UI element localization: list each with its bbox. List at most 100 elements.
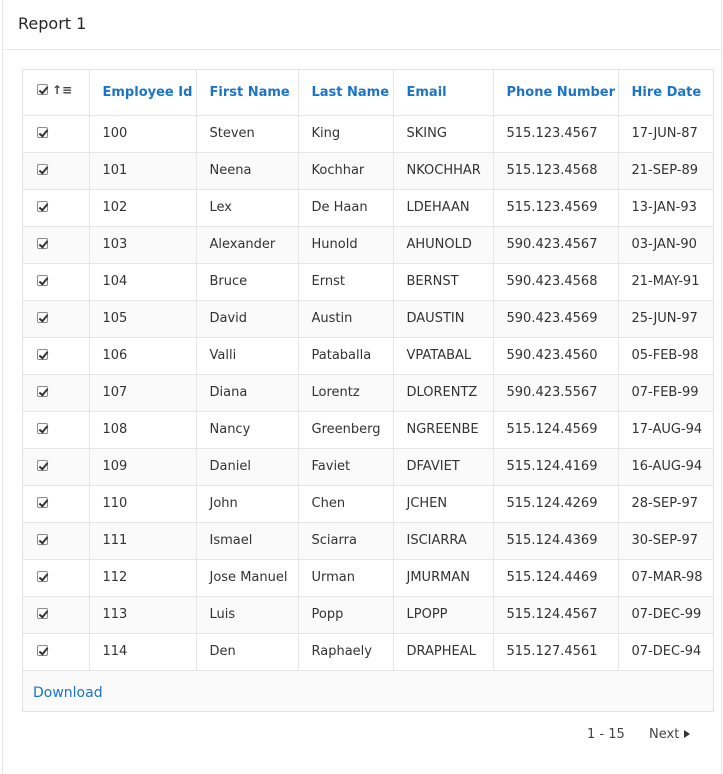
table-cell: 107 (89, 374, 197, 412)
header-row: ↑≡ Employee Id First Name Last Name Emai… (23, 70, 713, 116)
table-cell: Ismael (196, 522, 299, 560)
table-cell: De Haan (298, 189, 394, 227)
row-checkbox[interactable] (37, 607, 48, 619)
table-row: 109 Daniel Faviet DFAVIET 515.124.4169 16-AUG… (23, 448, 713, 486)
table-cell: Diana (196, 374, 299, 412)
table-cell: 590.423.4568 (493, 263, 619, 301)
table-row: 100 Steven King SKING 515.123.4567 17-JUN-87 (23, 115, 713, 153)
row-checkbox[interactable] (37, 496, 48, 508)
table-cell: DLORENTZ (393, 374, 494, 412)
select-all-checkbox[interactable] (37, 84, 48, 95)
row-checkbox[interactable] (37, 459, 48, 471)
row-checkbox[interactable] (37, 533, 48, 545)
table-cell: 106 (89, 337, 197, 375)
table-cell: 110 (89, 485, 197, 523)
table-cell: 111 (89, 522, 197, 560)
report-footer: Download (23, 670, 713, 711)
table-cell: Alexander (196, 226, 299, 264)
sort-link[interactable]: Hire Date (632, 85, 702, 100)
column-header-last-name[interactable]: Last Name (298, 70, 394, 116)
table-cell: Faviet (298, 448, 394, 486)
row-select-cell (23, 337, 90, 375)
sort-icon[interactable]: ↑≡ (52, 84, 72, 96)
row-checkbox[interactable] (37, 348, 48, 360)
row-checkbox[interactable] (37, 200, 48, 212)
table-cell: 515.123.4568 (493, 152, 619, 190)
row-checkbox[interactable] (37, 570, 48, 582)
table-row: 104 Bruce Ernst BERNST 590.423.4568 21-MAY-91 (23, 263, 713, 301)
row-checkbox[interactable] (37, 163, 48, 175)
table-cell: 114 (89, 633, 197, 671)
table-cell: AHUNOLD (393, 226, 494, 264)
table-cell: Greenberg (298, 411, 394, 449)
table-cell: 21-MAY-91 (618, 263, 713, 301)
table-cell: Den (196, 633, 299, 671)
row-select-cell (23, 522, 90, 560)
table-cell: 100 (89, 115, 197, 153)
select-all-header: ↑≡ (23, 70, 90, 116)
row-checkbox[interactable] (37, 126, 48, 138)
table-cell: SKING (393, 115, 494, 153)
table-cell: 103 (89, 226, 197, 264)
table-cell: 17-AUG-94 (618, 411, 713, 449)
table-row: 105 David Austin DAUSTIN 590.423.4569 25-JUN-… (23, 300, 713, 338)
sort-link[interactable]: Last Name (312, 85, 390, 100)
table-row: 106 Valli Pataballa VPATABAL 590.423.4560 05-… (23, 337, 713, 375)
table-cell: Valli (196, 337, 299, 375)
sort-link[interactable]: Employee Id (103, 85, 193, 100)
table-cell: 102 (89, 189, 197, 227)
table-cell: 28-SEP-97 (618, 485, 713, 523)
table-row: 112 Jose Manuel Urman JMURMAN 515.124.4469 07… (23, 559, 713, 597)
row-checkbox[interactable] (37, 385, 48, 397)
table-cell: 07-FEB-99 (618, 374, 713, 412)
report-table: ↑≡ Employee Id First Name Last Name Emai… (23, 70, 713, 671)
column-header-hire-date[interactable]: Hire Date (618, 70, 713, 116)
sort-link[interactable]: Phone Number (507, 85, 616, 100)
column-header-employee-id[interactable]: Employee Id (89, 70, 197, 116)
table-cell: Raphaely (298, 633, 394, 671)
table-cell: John (196, 485, 299, 523)
row-checkbox[interactable] (37, 237, 48, 249)
report-region: Report 1 ↑≡ Employee Id First Name Last … (2, 0, 722, 774)
table-row: 114 Den Raphaely DRAPHEAL 515.127.4561 07-DEC… (23, 633, 713, 671)
table-cell: 515.124.4369 (493, 522, 619, 560)
table-row: 111 Ismael Sciarra ISCIARRA 515.124.4369 30-S… (23, 522, 713, 560)
row-select-cell (23, 300, 90, 338)
table-cell: 515.123.4567 (493, 115, 619, 153)
column-header-email[interactable]: Email (393, 70, 494, 116)
table-cell: 590.423.4560 (493, 337, 619, 375)
table-cell: VPATABAL (393, 337, 494, 375)
table-cell: Bruce (196, 263, 299, 301)
sort-link[interactable]: First Name (210, 85, 290, 100)
column-header-first-name[interactable]: First Name (196, 70, 299, 116)
table-row: 108 Nancy Greenberg NGREENBE 515.124.4569 17-… (23, 411, 713, 449)
table-cell: Urman (298, 559, 394, 597)
table-cell: BERNST (393, 263, 494, 301)
row-select-cell (23, 485, 90, 523)
table-row: 102 Lex De Haan LDEHAAN 515.123.4569 13-JAN-9… (23, 189, 713, 227)
row-checkbox[interactable] (37, 274, 48, 286)
table-cell: DFAVIET (393, 448, 494, 486)
row-select-cell (23, 596, 90, 634)
next-page-button[interactable]: Next (649, 727, 691, 742)
table-cell: NGREENBE (393, 411, 494, 449)
sort-link[interactable]: Email (407, 85, 447, 100)
column-header-phone-number[interactable]: Phone Number (493, 70, 619, 116)
table-cell: 16-AUG-94 (618, 448, 713, 486)
table-cell: 590.423.4567 (493, 226, 619, 264)
table-cell: 590.423.4569 (493, 300, 619, 338)
row-checkbox[interactable] (37, 644, 48, 656)
download-link[interactable]: Download (33, 685, 103, 701)
table-cell: 05-FEB-98 (618, 337, 713, 375)
table-cell: King (298, 115, 394, 153)
row-checkbox[interactable] (37, 422, 48, 434)
row-checkbox[interactable] (37, 311, 48, 323)
table-cell: Steven (196, 115, 299, 153)
report-table-wrapper: ↑≡ Employee Id First Name Last Name Emai… (22, 69, 714, 712)
table-row: 107 Diana Lorentz DLORENTZ 590.423.5567 07-FE… (23, 374, 713, 412)
table-cell: 515.124.4567 (493, 596, 619, 634)
table-body: 100 Steven King SKING 515.123.4567 17-JUN-87 1… (23, 115, 713, 671)
table-cell: Nancy (196, 411, 299, 449)
pagination-range: 1 - 15 (587, 727, 625, 742)
table-cell: Hunold (298, 226, 394, 264)
